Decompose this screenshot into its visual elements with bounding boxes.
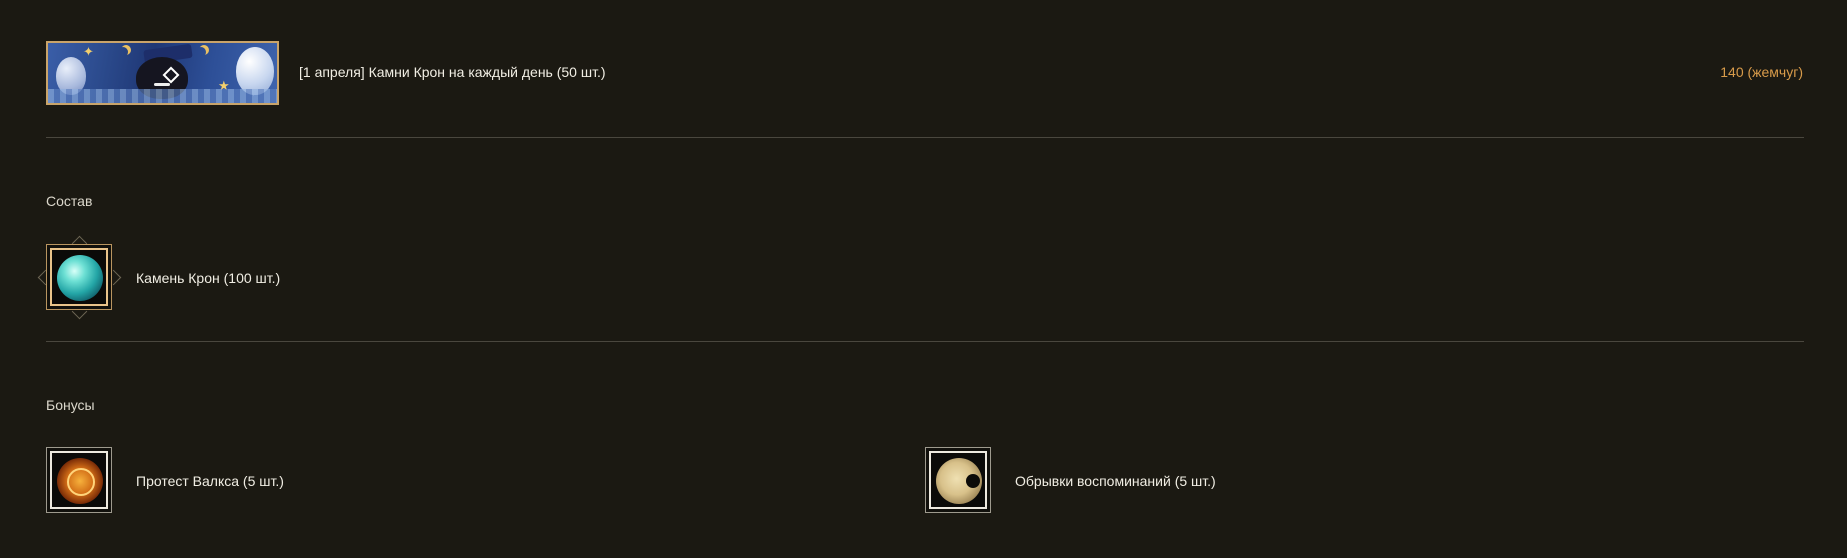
divider	[46, 341, 1804, 342]
offer-banner-image[interactable]: ✦ ★ ✦	[46, 41, 279, 105]
item-slot[interactable]	[46, 447, 112, 513]
bonuses-heading: Бонусы	[46, 397, 95, 413]
moon-graphic	[118, 47, 128, 57]
composition-heading: Состав	[46, 193, 93, 209]
valks-protest-medal-icon	[57, 458, 103, 504]
item-label: Протест Валкса (5 шт.)	[136, 473, 284, 489]
item-label: Обрывки воспоминаний (5 шт.)	[1015, 473, 1216, 489]
item-slot[interactable]	[925, 447, 991, 513]
offer-price: 140 (жемчуг)	[1720, 64, 1803, 80]
shop-item-details: ✦ ★ ✦ [1 апреля] Камни Крон на каждый де…	[0, 0, 1847, 558]
item-label: Камень Крон (100 шт.)	[136, 270, 281, 286]
mascot-mouth-graphic	[154, 83, 170, 86]
kron-stone-orb-icon	[57, 255, 103, 301]
divider	[46, 137, 1804, 138]
stripe-graphic	[48, 89, 277, 103]
item-slot[interactable]	[46, 244, 112, 310]
memory-fragments-icon	[936, 458, 982, 504]
moon-graphic	[196, 47, 206, 57]
offer-title: [1 апреля] Камни Крон на каждый день (50…	[299, 64, 606, 80]
balloon-graphic	[236, 47, 274, 95]
star-graphic: ✦	[83, 44, 94, 59]
